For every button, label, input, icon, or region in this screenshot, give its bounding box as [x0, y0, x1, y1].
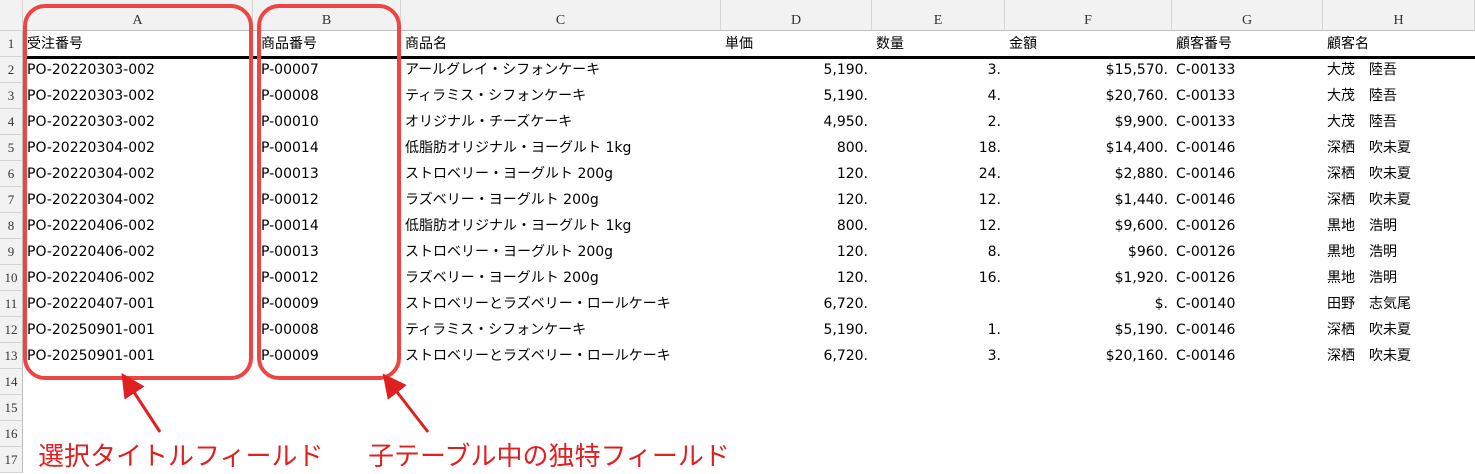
- arrow-right: [382, 373, 430, 433]
- spreadsheet: ABCDEFGH 1 2 3 4 5 6 7 8 9 10 11 12 13 14 15 16 17 受注番号商…: [0, 0, 1475, 474]
- annotation-arrows: [121, 372, 430, 433]
- arrow-left: [121, 372, 162, 433]
- annotation-title-field: 選択タイトルフィールド: [38, 442, 324, 472]
- annotation-unique-field: 子テーブル中の独特フィールド: [368, 442, 730, 472]
